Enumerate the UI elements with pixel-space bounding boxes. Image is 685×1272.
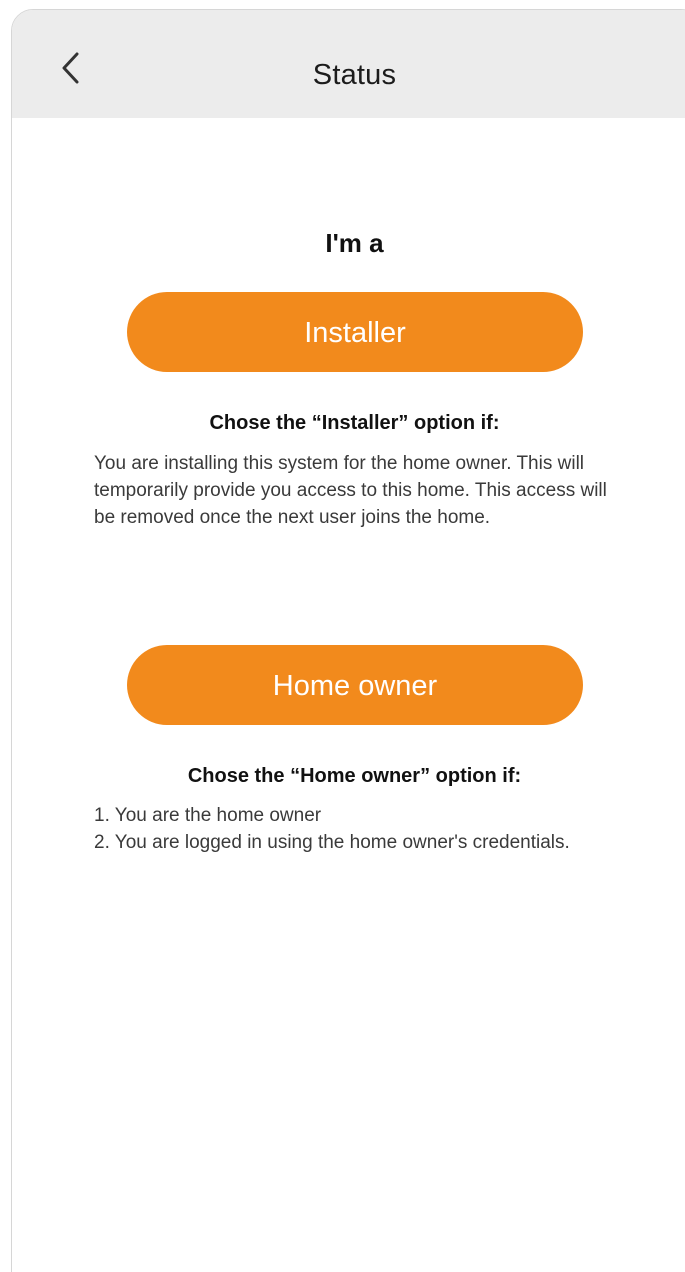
- role-prompt: I'm a: [325, 228, 384, 258]
- home-owner-reason-1: 1. You are the home owner: [94, 805, 322, 826]
- home-owner-option-heading: Chose the “Home owner” option if:: [187, 765, 522, 787]
- home-owner-reason-2: 2. You are logged in using the home owne…: [94, 832, 570, 853]
- home-owner-option-description: 1. You are the home owner 2. You are log…: [94, 802, 614, 856]
- page-title: Status: [312, 59, 397, 91]
- home-owner-button[interactable]: Home owner: [127, 645, 583, 725]
- app-window: Status I'm a Installer Chose the “Instal…: [11, 9, 685, 1272]
- navigation-bar: Status: [12, 10, 685, 118]
- installer-option-heading: Chose the “Installer” option if:: [209, 412, 500, 434]
- installer-option-description: You are installing this system for the h…: [94, 453, 607, 528]
- installer-button[interactable]: Installer: [127, 292, 583, 372]
- screen: Status I'm a Installer Chose the “Instal…: [0, 0, 685, 1272]
